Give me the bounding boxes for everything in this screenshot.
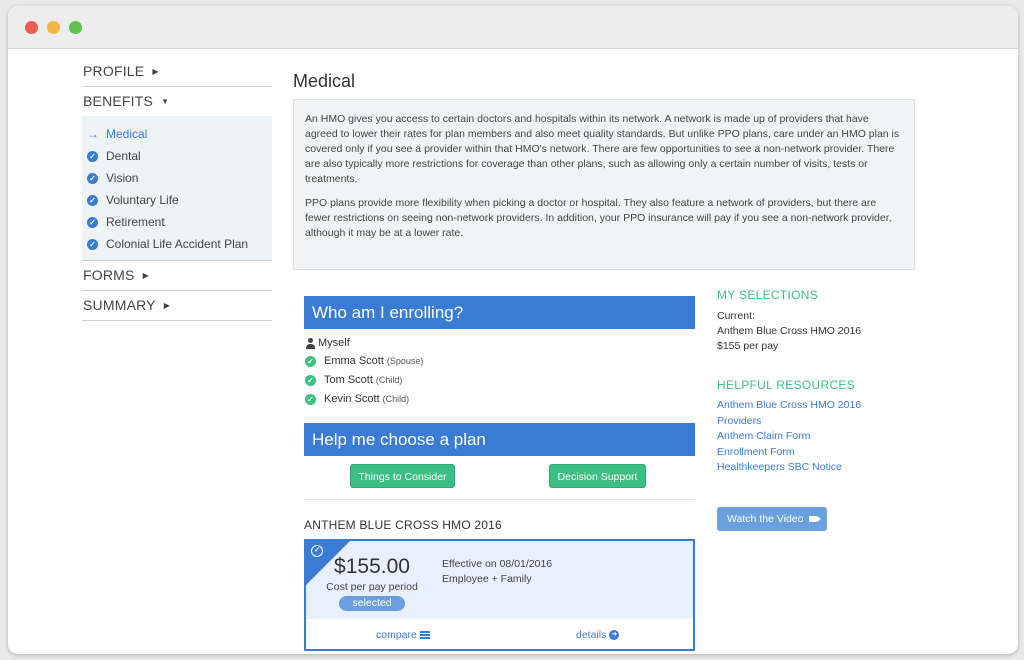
check-circle-icon: ✓ [305, 393, 316, 405]
selected-badge: selected [339, 596, 405, 611]
sidebar-item-label: Voluntary Life [106, 193, 179, 207]
sidebar-section-summary[interactable]: SUMMARY ▶ [82, 291, 272, 321]
window-titlebar [8, 6, 1018, 49]
sidebar-item-retirement[interactable]: ✓ Retirement [82, 211, 272, 233]
sidebar-item-label: Colonial Life Accident Plan [106, 237, 249, 251]
sidebar-section-forms[interactable]: FORMS ▶ [82, 261, 272, 291]
info-paragraph: An HMO gives you access to certain docto… [305, 113, 900, 185]
triangle-right-icon: ▶ [142, 271, 149, 280]
member-row[interactable]: ✓ Emma Scott (Spouse) [305, 355, 423, 367]
plan-info-box: An HMO gives you access to certain docto… [293, 99, 915, 270]
resource-link[interactable]: Enrollment Form [717, 445, 795, 461]
compare-label: compare [376, 629, 417, 641]
minimize-window-button[interactable] [47, 21, 60, 34]
member-name: Emma Scott [324, 355, 384, 367]
check-circle-icon: ✓ [305, 355, 316, 367]
helpful-resources-heading: HELPFUL RESOURCES [717, 378, 856, 392]
effective-date: Effective on 08/01/2016 [442, 558, 553, 570]
resource-link[interactable]: Anthem Blue Cross HMO 2016 [717, 398, 861, 414]
details-link[interactable]: details ➜ [576, 629, 620, 641]
current-selection: Current: Anthem Blue Cross HMO 2016 $155… [717, 309, 861, 354]
sidebar-section-label: SUMMARY [83, 297, 156, 313]
things-to-consider-button[interactable]: Things to Consider [350, 464, 455, 488]
arrow-right-icon: → [87, 127, 99, 141]
member-myself: Myself [305, 337, 350, 349]
watch-video-label: Watch the Video [727, 513, 804, 525]
sidebar: PROFILE ▶ BENEFITS ▼ → Medical ✓ Dental ✓ Vis… [82, 57, 272, 321]
member-name: Tom Scott [324, 374, 373, 386]
compare-link[interactable]: compare [376, 629, 430, 641]
my-selections-heading: MY SELECTIONS [717, 288, 819, 302]
enrolling-heading: Who am I enrolling? [304, 296, 695, 329]
check-circle-icon: ✓ [305, 374, 316, 386]
resource-link[interactable]: Healthkeepers SBC Notice [717, 460, 842, 476]
sidebar-item-label: Dental [106, 149, 141, 163]
check-circle-icon: ✓ [87, 194, 98, 206]
sidebar-section-label: FORMS [83, 267, 135, 283]
member-row[interactable]: ✓ Kevin Scott (Child) [305, 393, 409, 405]
sidebar-section-label: PROFILE [83, 63, 145, 79]
check-circle-icon: ✓ [87, 150, 98, 162]
member-relation: (Spouse) [386, 356, 424, 366]
triangle-down-icon: ▼ [161, 97, 170, 106]
sidebar-section-benefits[interactable]: BENEFITS ▼ [82, 87, 272, 116]
current-cost: $155 per pay [717, 340, 779, 352]
sidebar-item-label: Vision [106, 171, 139, 185]
plan-effective: Effective on 08/01/2016 Employee + Famil… [442, 557, 552, 587]
plan-name: ANTHEM BLUE CROSS HMO 2016 [304, 518, 502, 532]
coverage-tier: Employee + Family [442, 573, 532, 585]
sidebar-item-dental[interactable]: ✓ Dental [82, 145, 272, 167]
sidebar-section-profile[interactable]: PROFILE ▶ [82, 57, 272, 87]
member-name: Myself [318, 337, 350, 349]
decision-support-button[interactable]: Decision Support [549, 464, 646, 488]
browser-window: PROFILE ▶ BENEFITS ▼ → Medical ✓ Dental ✓ Vis… [8, 6, 1018, 654]
details-label: details [576, 629, 607, 641]
maximize-window-button[interactable] [69, 21, 82, 34]
sidebar-item-vision[interactable]: ✓ Vision [82, 167, 272, 189]
sidebar-item-label: Retirement [106, 215, 165, 229]
sidebar-item-label: Medical [106, 127, 148, 141]
info-paragraph: PPO plans provide more flexibility when … [305, 197, 892, 239]
current-label: Current: [717, 310, 755, 322]
list-icon [419, 631, 430, 639]
divider [304, 499, 695, 500]
video-camera-icon [809, 516, 822, 522]
check-icon: ✓ [311, 545, 323, 557]
plan-card[interactable]: ✓ $155.00 Cost per pay period selected E… [304, 539, 695, 651]
sidebar-item-voluntary-life[interactable]: ✓ Voluntary Life [82, 189, 272, 211]
close-window-button[interactable] [25, 21, 38, 34]
resource-link[interactable]: Providers [717, 414, 761, 430]
current-plan: Anthem Blue Cross HMO 2016 [717, 325, 862, 337]
page-content: PROFILE ▶ BENEFITS ▼ → Medical ✓ Dental ✓ Vis… [8, 49, 1018, 654]
member-relation: (Child) [382, 394, 410, 404]
member-row[interactable]: ✓ Tom Scott (Child) [305, 374, 402, 386]
check-circle-icon: ✓ [87, 172, 98, 184]
check-circle-icon: ✓ [87, 216, 98, 228]
member-name: Kevin Scott [324, 393, 380, 405]
triangle-right-icon: ▶ [152, 67, 159, 76]
watch-video-button[interactable]: Watch the Video [717, 507, 827, 531]
benefits-list: → Medical ✓ Dental ✓ Vision ✓ Voluntary Life… [82, 116, 272, 261]
check-circle-icon: ✓ [87, 238, 98, 250]
resource-link[interactable]: Anthem Claim Form [717, 429, 810, 445]
plan-price: $155.00 [334, 555, 410, 578]
member-relation: (Child) [375, 375, 403, 385]
cost-label: Cost per pay period [326, 581, 418, 593]
triangle-right-icon: ▶ [163, 301, 171, 310]
arrow-circle-right-icon: ➜ [609, 630, 620, 640]
sidebar-item-medical[interactable]: → Medical [82, 123, 272, 145]
sidebar-item-colonial-life[interactable]: ✓ Colonial Life Accident Plan [82, 233, 272, 255]
page-title: Medical [293, 71, 356, 91]
user-icon [305, 337, 316, 349]
sidebar-section-label: BENEFITS [83, 93, 154, 109]
help-choose-heading: Help me choose a plan [304, 423, 695, 456]
plan-card-summary: ✓ $155.00 Cost per pay period selected E… [306, 541, 693, 619]
